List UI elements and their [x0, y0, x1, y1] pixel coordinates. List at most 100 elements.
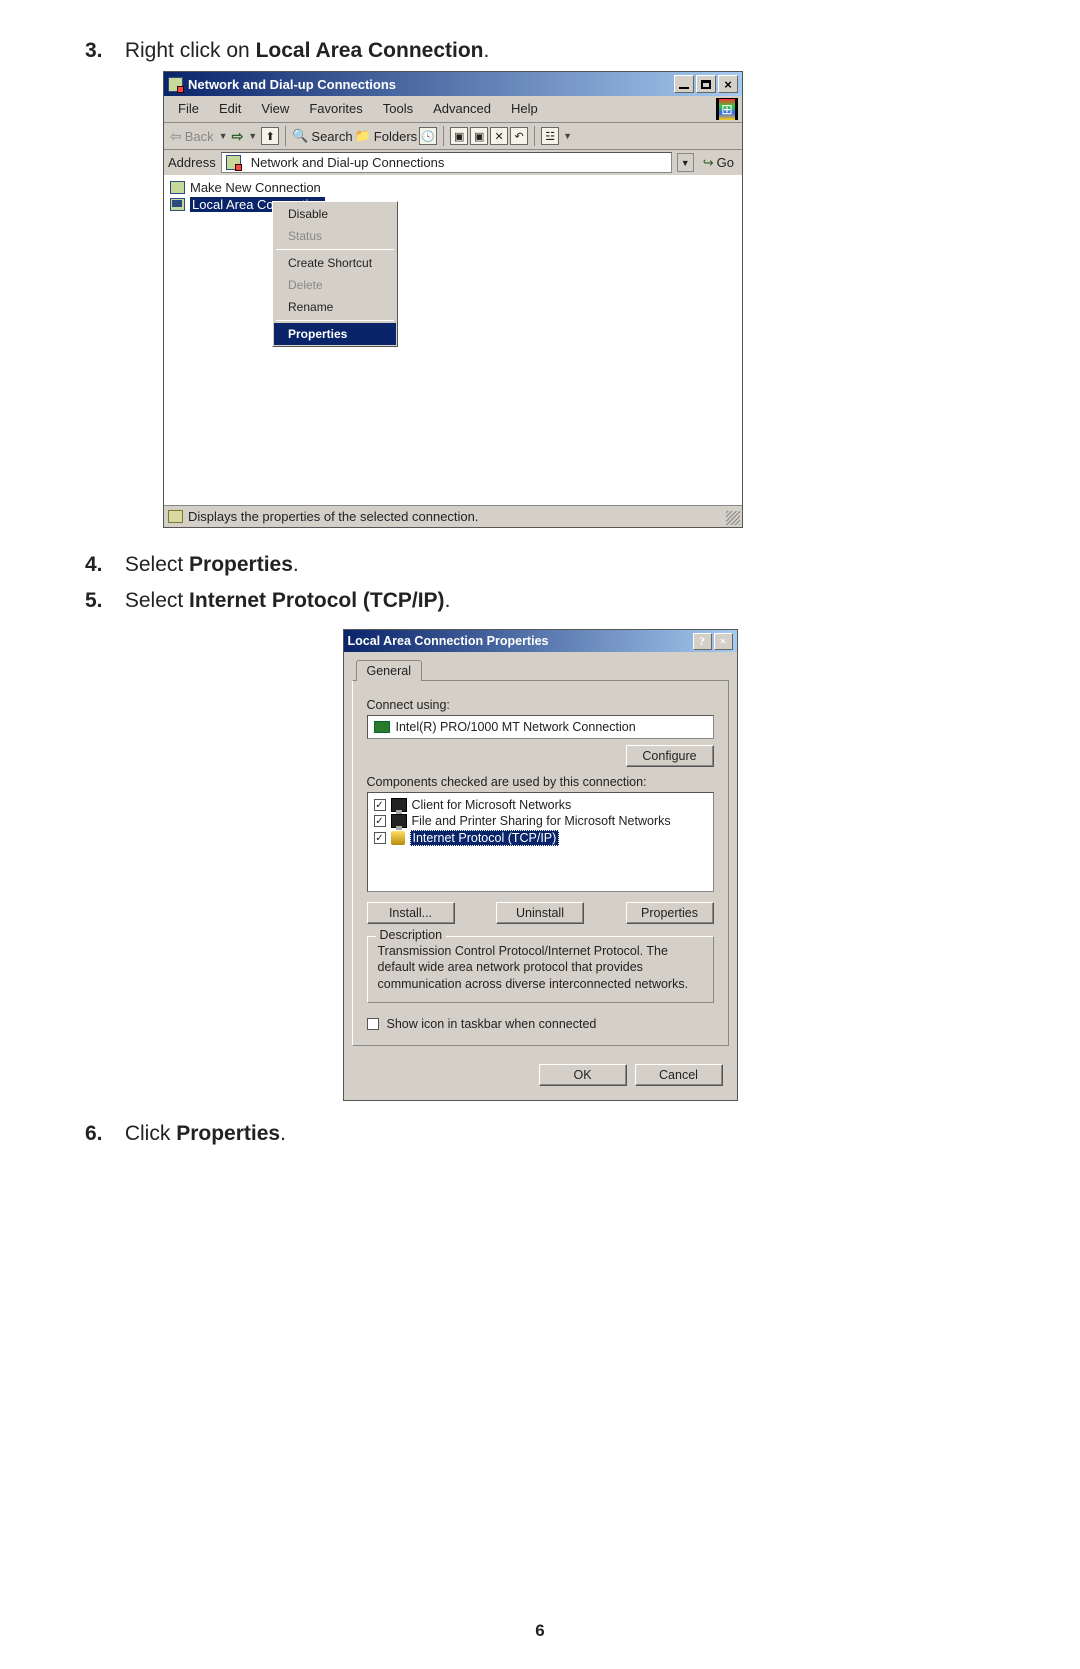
- cancel-button[interactable]: Cancel: [635, 1064, 723, 1086]
- menu-tools[interactable]: Tools: [373, 98, 423, 120]
- search-button[interactable]: Search: [311, 129, 352, 144]
- checkbox-show-icon[interactable]: [367, 1018, 379, 1030]
- go-label: Go: [717, 155, 734, 170]
- step-4-pre: Select: [125, 553, 189, 576]
- description-text: Transmission Control Protocol/Internet P…: [378, 943, 703, 992]
- fileprint-icon: [391, 814, 407, 828]
- component-client[interactable]: ✓ Client for Microsoft Networks: [374, 797, 707, 813]
- install-button[interactable]: Install...: [367, 902, 455, 924]
- adapter-name: Intel(R) PRO/1000 MT Network Connection: [396, 720, 636, 734]
- ctx-properties[interactable]: Properties: [274, 323, 396, 345]
- status-text: Displays the properties of the selected …: [188, 509, 479, 524]
- win1-address-bar: Address Network and Dial-up Connections …: [164, 149, 742, 175]
- copy-to-icon[interactable]: ▣: [470, 127, 488, 145]
- resize-grip-icon[interactable]: [726, 511, 740, 525]
- win2-footer: OK Cancel: [344, 1054, 737, 1100]
- back-arrow-icon: ⇦: [170, 128, 182, 145]
- back-button[interactable]: Back: [185, 129, 214, 144]
- win1-content-area[interactable]: Make New Connection Local Area Connectio…: [164, 175, 742, 505]
- show-icon-row[interactable]: Show icon in taskbar when connected: [367, 1017, 714, 1031]
- connect-using-label: Connect using:: [367, 698, 714, 712]
- maximize-button[interactable]: [696, 75, 716, 93]
- ctx-rename[interactable]: Rename: [274, 296, 396, 318]
- win2-tab-body: Connect using: Intel(R) PRO/1000 MT Netw…: [352, 680, 729, 1046]
- step-3-bold: Local Area Connection: [256, 39, 484, 62]
- win1-titlebar[interactable]: Network and Dial-up Connections ×: [164, 72, 742, 96]
- win1-statusbar: Displays the properties of the selected …: [164, 505, 742, 527]
- search-icon: 🔍: [292, 128, 308, 144]
- views-dropdown-icon[interactable]: ▼: [563, 131, 572, 141]
- close-button[interactable]: ×: [718, 75, 738, 93]
- menu-help[interactable]: Help: [501, 98, 548, 120]
- step-3-num: 3.: [85, 36, 119, 65]
- menu-view[interactable]: View: [251, 98, 299, 120]
- item-local-area-connection[interactable]: Local Area Connection: [170, 196, 736, 213]
- checkbox-tcpip[interactable]: ✓: [374, 832, 386, 844]
- local-area-connection-icon: [170, 198, 185, 211]
- go-button[interactable]: ↪ Go: [699, 155, 738, 171]
- ok-button[interactable]: OK: [539, 1064, 627, 1086]
- folders-button[interactable]: Folders: [374, 129, 417, 144]
- address-label: Address: [168, 155, 216, 170]
- win2-titlebar[interactable]: Local Area Connection Properties ? ×: [344, 630, 737, 652]
- ctx-disable[interactable]: Disable: [274, 203, 396, 225]
- help-button[interactable]: ?: [693, 633, 712, 650]
- tcpip-icon: [391, 831, 405, 845]
- step-3-post: .: [484, 39, 490, 62]
- step-5-bold: Internet Protocol (TCP/IP): [189, 589, 445, 612]
- menu-edit[interactable]: Edit: [209, 98, 251, 120]
- address-icon: [226, 155, 241, 170]
- description-group: Description Transmission Control Protoco…: [367, 936, 714, 1003]
- tab-general[interactable]: General: [356, 660, 422, 681]
- back-dropdown-icon[interactable]: ▼: [219, 131, 228, 141]
- ctx-status: Status: [274, 225, 396, 247]
- make-new-connection-icon: [170, 181, 185, 194]
- step-6-num: 6.: [85, 1119, 119, 1148]
- folders-icon: 📁: [355, 128, 371, 144]
- minimize-button[interactable]: [674, 75, 694, 93]
- network-folder-icon: [168, 77, 183, 92]
- step-5-post: .: [445, 589, 451, 612]
- menu-file[interactable]: File: [168, 98, 209, 120]
- views-icon[interactable]: ☳: [541, 127, 559, 145]
- forward-dropdown-icon[interactable]: ▼: [248, 131, 257, 141]
- checkbox-fileprint[interactable]: ✓: [374, 815, 386, 827]
- lac-properties-dialog: Local Area Connection Properties ? × Gen…: [343, 629, 738, 1101]
- menu-favorites[interactable]: Favorites: [299, 98, 372, 120]
- description-legend: Description: [376, 928, 447, 942]
- up-folder-icon[interactable]: ⬆: [261, 127, 279, 145]
- delete-icon[interactable]: ✕: [490, 127, 508, 145]
- adapter-field: Intel(R) PRO/1000 MT Network Connection: [367, 715, 714, 739]
- configure-button[interactable]: Configure: [626, 745, 714, 767]
- component-client-label: Client for Microsoft Networks: [412, 798, 572, 812]
- step-3: 3. Right click on Local Area Connection.: [85, 36, 995, 65]
- step-5-num: 5.: [85, 586, 119, 615]
- uninstall-button[interactable]: Uninstall: [496, 902, 584, 924]
- component-fileprint[interactable]: ✓ File and Printer Sharing for Microsoft…: [374, 813, 707, 829]
- item-make-new-connection[interactable]: Make New Connection: [170, 179, 736, 196]
- checkbox-client[interactable]: ✓: [374, 799, 386, 811]
- ctx-shortcut[interactable]: Create Shortcut: [274, 252, 396, 274]
- step-6-pre: Click: [125, 1122, 176, 1145]
- win1-menubar: File Edit View Favorites Tools Advanced …: [164, 96, 742, 122]
- forward-arrow-icon[interactable]: ⇨: [232, 128, 244, 145]
- history-icon[interactable]: 🕓: [419, 127, 437, 145]
- windows-logo-icon: ⊞: [716, 98, 738, 120]
- step-4-bold: Properties: [189, 553, 293, 576]
- menu-advanced[interactable]: Advanced: [423, 98, 501, 120]
- step-4-num: 4.: [85, 550, 119, 579]
- client-icon: [391, 798, 407, 812]
- address-dropdown-icon[interactable]: ▼: [677, 153, 694, 172]
- component-tcpip[interactable]: ✓ Internet Protocol (TCP/IP): [374, 829, 707, 847]
- step-6-bold: Properties: [176, 1122, 280, 1145]
- win2-tabrow: General: [344, 652, 737, 681]
- undo-icon[interactable]: ↶: [510, 127, 528, 145]
- ctx-separator-2: [276, 320, 394, 321]
- properties-button[interactable]: Properties: [626, 902, 714, 924]
- move-to-icon[interactable]: ▣: [450, 127, 468, 145]
- components-listbox[interactable]: ✓ Client for Microsoft Networks ✓ File a…: [367, 792, 714, 892]
- close-button-dialog[interactable]: ×: [714, 633, 733, 650]
- step-4-post: .: [293, 553, 299, 576]
- address-value: Network and Dial-up Connections: [251, 155, 445, 170]
- address-input[interactable]: Network and Dial-up Connections: [221, 152, 672, 173]
